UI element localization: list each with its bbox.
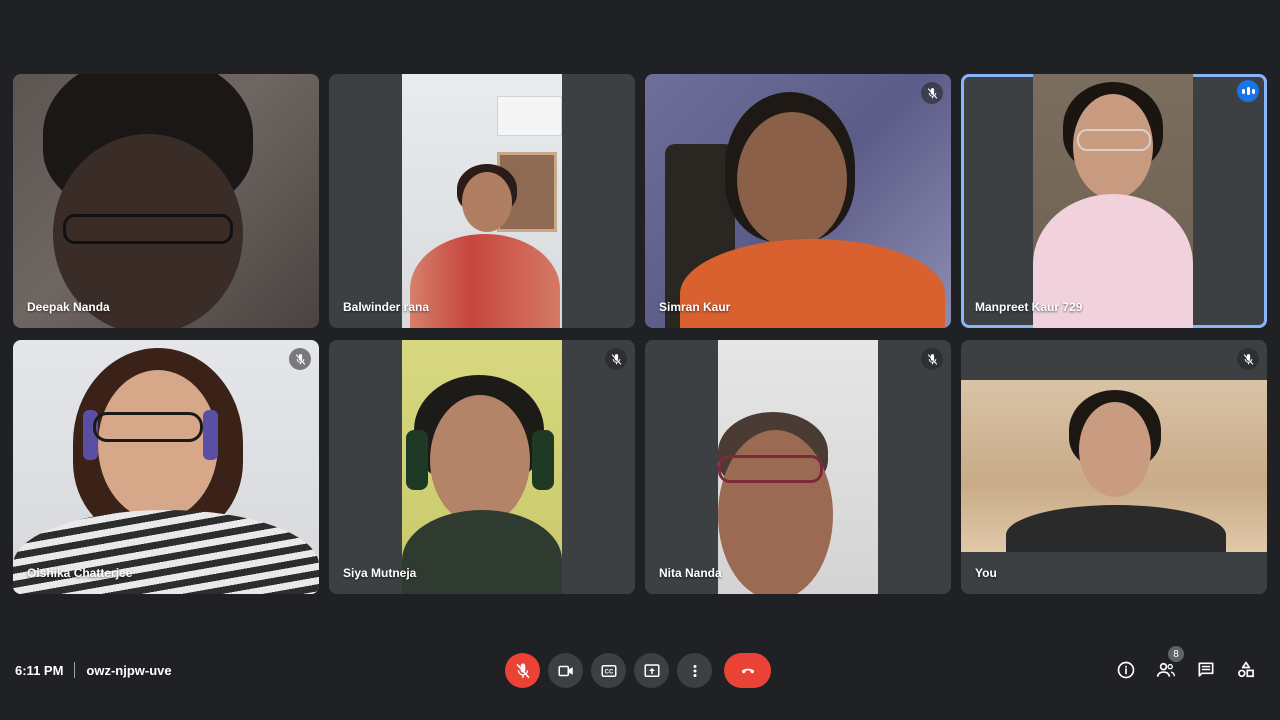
meeting-time: 6:11 PM — [15, 662, 64, 678]
participant-name: Manpreet Kaur 729 — [975, 300, 1083, 314]
activities-button[interactable] — [1236, 660, 1256, 680]
participant-name: Simran Kaur — [659, 300, 731, 314]
participant-video — [1033, 74, 1193, 328]
participant-video — [718, 340, 878, 594]
participant-video — [13, 74, 319, 328]
bottom-toolbar: 6:11 PM owz-njpw-uve CC 8 — [0, 646, 1280, 720]
participant-video — [402, 340, 562, 594]
captions-icon: CC — [601, 664, 616, 677]
divider — [74, 662, 76, 678]
captions-button[interactable]: CC — [591, 653, 626, 688]
end-call-icon — [741, 668, 754, 673]
participant-name: Oishika Chatterjee — [27, 566, 133, 580]
svg-text:CC: CC — [604, 669, 613, 675]
participant-name: You — [975, 566, 997, 580]
activities-icon — [1238, 661, 1254, 678]
more-options-button[interactable] — [677, 653, 712, 688]
muted-icon — [921, 82, 943, 104]
muted-icon — [605, 348, 627, 370]
participant-grid: Deepak Nanda Balwinder rana Simran Kaur — [13, 74, 1267, 594]
meeting-info: 6:11 PM owz-njpw-uve — [15, 662, 172, 678]
participant-tile[interactable]: Simran Kaur — [645, 74, 951, 328]
camera-toggle-button[interactable] — [548, 653, 583, 688]
more-options-icon — [693, 664, 696, 677]
call-controls: CC — [505, 653, 771, 688]
meeting-code[interactable]: owz-njpw-uve — [86, 663, 171, 678]
participant-name: Nita Nanda — [659, 566, 722, 580]
people-icon — [1156, 662, 1175, 677]
participant-name: Siya Mutneja — [343, 566, 417, 580]
muted-icon — [921, 348, 943, 370]
participant-video — [13, 340, 319, 594]
end-call-button[interactable] — [724, 653, 771, 688]
info-icon — [1117, 661, 1135, 679]
mic-toggle-button[interactable] — [505, 653, 540, 688]
chat-icon — [1198, 662, 1214, 677]
participant-name: Balwinder rana — [343, 300, 430, 314]
mic-off-icon — [515, 663, 530, 678]
present-screen-button[interactable] — [634, 653, 669, 688]
speaking-indicator-icon — [1237, 80, 1259, 102]
participant-tile[interactable]: Oishika Chatterjee — [13, 340, 319, 594]
camera-icon — [558, 665, 573, 676]
muted-icon — [1237, 348, 1259, 370]
side-panel-buttons: 8 — [1116, 646, 1256, 680]
participant-tile[interactable]: Balwinder rana — [329, 74, 635, 328]
participant-video — [961, 380, 1267, 552]
participant-video — [402, 74, 562, 328]
participant-tile[interactable]: Deepak Nanda — [13, 74, 319, 328]
chat-button[interactable] — [1196, 660, 1216, 680]
muted-icon — [289, 348, 311, 370]
meeting-details-button[interactable] — [1116, 660, 1136, 680]
participant-name: Deepak Nanda — [27, 300, 110, 314]
participant-tile[interactable]: Siya Mutneja — [329, 340, 635, 594]
participant-tile-self[interactable]: You — [961, 340, 1267, 594]
participant-tile[interactable]: Nita Nanda — [645, 340, 951, 594]
people-button[interactable]: 8 — [1156, 646, 1184, 680]
participant-count-badge: 8 — [1168, 646, 1184, 662]
participant-video — [645, 74, 951, 328]
participant-tile-active-speaker[interactable]: Manpreet Kaur 729 — [961, 74, 1267, 328]
present-icon — [644, 663, 659, 677]
